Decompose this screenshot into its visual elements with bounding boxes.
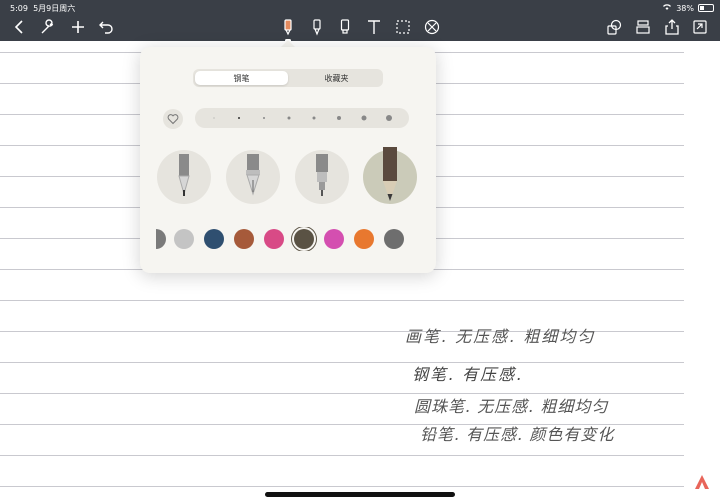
back-chevron-icon[interactable] [10,17,30,37]
status-right: 38% [662,3,714,13]
pen-type-pencil[interactable] [363,147,417,204]
color-swatch[interactable] [204,229,224,249]
stroke-size-slider[interactable] [195,108,409,128]
size-option[interactable] [287,116,291,120]
handwritten-note-line: 画笔. 无压感. 粗细均匀 [405,327,596,346]
marker-tool-icon[interactable] [335,17,355,37]
color-swatch[interactable] [234,229,254,249]
ruled-line [0,455,684,456]
undo-icon[interactable] [96,17,116,37]
pen-tool-icon[interactable] [278,17,298,42]
wrench-icon[interactable] [38,17,58,37]
wifi-icon [662,3,672,13]
tab-pen[interactable]: 钢笔 [195,71,288,85]
battery-icon [698,4,714,12]
color-swatch[interactable] [354,229,374,249]
ruled-line [0,300,684,301]
highlighter-tool-icon[interactable] [307,17,327,37]
pencil-icon [383,147,397,201]
pen-type-brush[interactable] [295,150,349,204]
color-palette [156,227,418,251]
export-icon[interactable] [690,17,710,37]
favorite-button[interactable] [163,109,183,129]
size-option[interactable] [386,115,392,121]
pen-settings-popover: 钢笔 收藏夹 [140,47,436,273]
plus-icon[interactable] [68,17,88,37]
ruled-line [0,486,684,487]
lasso-tool-icon[interactable] [393,17,413,37]
brush-pen-icon [316,154,328,196]
battery-percent: 38% [676,3,694,13]
color-swatch[interactable] [264,229,284,249]
home-indicator [265,492,455,497]
status-time: 5:09 5月9日周六 [10,3,75,14]
clock: 5:09 [10,4,28,13]
shapes-icon[interactable] [604,17,624,37]
fountain-pen-icon [246,154,260,196]
pen-type-ballpoint[interactable] [157,150,211,204]
color-swatch-selected[interactable] [294,229,314,249]
size-option-selected[interactable] [238,117,240,119]
ballpoint-pen-icon [178,154,190,196]
heart-icon [167,114,179,125]
size-option[interactable] [213,117,215,119]
top-toolbar: 5:09 5月9日周六 38% [0,0,720,42]
size-option[interactable] [361,115,367,121]
handwritten-note-line: 圆珠笔. 无压感. 粗细均匀 [414,397,609,416]
app-logo-icon [695,475,709,489]
pen-segmented-control: 钢笔 收藏夹 [193,69,383,87]
pen-type-fountain[interactable] [226,150,280,204]
tab-favorites[interactable]: 收藏夹 [290,69,383,87]
share-icon[interactable] [662,17,682,37]
size-option[interactable] [263,117,265,119]
color-swatch[interactable] [324,229,344,249]
size-option[interactable] [337,116,341,120]
color-swatch[interactable] [384,229,404,249]
ruled-line [0,362,684,363]
layers-icon[interactable] [633,17,653,37]
handwritten-note-line: 钢笔. 有压感. [412,365,524,384]
size-option[interactable] [312,116,316,120]
popover-arrow [281,40,295,47]
date: 5月9日周六 [33,4,76,13]
color-swatch[interactable] [156,229,166,249]
text-tool-icon[interactable] [364,17,384,37]
eraser-tool-icon[interactable] [422,17,442,37]
color-swatch[interactable] [174,229,194,249]
handwritten-note-line: 铅笔. 有压感. 颜色有变化 [420,425,615,444]
